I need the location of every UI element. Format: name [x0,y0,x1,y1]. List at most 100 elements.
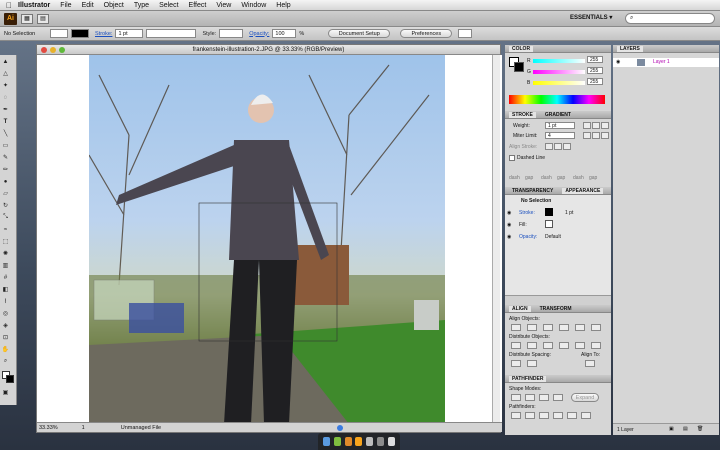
align-tab[interactable]: ALIGN [509,305,531,312]
layer-visibility-icon[interactable]: ◉ [616,59,620,65]
gap-field-1[interactable]: gap [525,175,533,181]
menu-help[interactable]: Help [276,2,290,9]
green-value-field[interactable]: 255 [587,67,603,74]
new-sublayer-icon[interactable]: ▤ [683,426,688,432]
rotate-tool-icon[interactable]: ↻ [2,202,9,209]
unite-icon[interactable] [511,394,521,401]
blue-slider[interactable] [533,81,585,85]
app-icon-4[interactable] [377,437,385,446]
join-miter-icon[interactable] [583,132,591,139]
arrange-documents-icon[interactable]: ▤ [37,13,49,24]
dash-field-1[interactable]: dash [509,175,520,181]
gradient-tool-icon[interactable]: ◧ [2,286,9,293]
stroke-tab[interactable]: STROKE [509,111,536,118]
space-horizontal-icon[interactable] [527,360,537,367]
magic-wand-icon[interactable]: ✦ [2,82,9,89]
color-spectrum[interactable] [509,95,605,104]
app-icon-2[interactable] [344,437,352,446]
cap-round-icon[interactable] [592,122,600,129]
zoom-tool-icon[interactable]: ⌕ [2,358,9,365]
transform-tab[interactable]: TRANSFORM [537,306,575,312]
divide-icon[interactable] [511,412,521,419]
selection-tool-icon[interactable]: ▲ [2,58,9,65]
align-left-icon[interactable] [511,324,521,331]
menu-effect[interactable]: Effect [189,2,207,9]
screen-mode-icon[interactable]: ▣ [2,389,9,396]
eraser-icon[interactable]: ▱ [2,190,9,197]
align-hcenter-icon[interactable] [527,324,537,331]
pathfinder-tab[interactable]: PATHFINDER [509,375,547,382]
appearance-stroke-swatch[interactable] [545,208,553,216]
dist-bottom-icon[interactable] [543,342,553,349]
layers-tab[interactable]: LAYERS [617,45,643,52]
search-input[interactable]: ⌕ [625,13,715,24]
vertical-scrollbar[interactable] [492,55,500,424]
close-icon[interactable] [41,47,47,53]
align-center-icon[interactable] [545,143,553,150]
free-transform-icon[interactable]: ⬚ [2,238,9,245]
mesh-tool-icon[interactable]: # [2,274,9,281]
zoom-level[interactable]: 33.33% [39,425,58,431]
menu-window[interactable]: Window [241,2,266,9]
cap-butt-icon[interactable] [583,122,591,129]
apple-icon[interactable]:  [0,1,18,10]
cap-square-icon[interactable] [601,122,609,129]
menu-view[interactable]: View [216,2,231,9]
minus-back-icon[interactable] [581,412,591,419]
appearance-tab[interactable]: APPEARANCE [562,187,604,194]
zoom-window-icon[interactable] [59,47,65,53]
appearance-fill-swatch[interactable] [545,220,553,228]
scroll-thumb[interactable] [337,425,343,431]
align-top-icon[interactable] [559,324,569,331]
graph-tool-icon[interactable]: ▥ [2,262,9,269]
trim-icon[interactable] [525,412,535,419]
paintbrush-icon[interactable]: ✎ [2,154,9,161]
align-right-icon[interactable] [543,324,553,331]
scale-tool-icon[interactable]: ⤡ [2,214,9,221]
delete-layer-icon[interactable]: 🗑 [697,426,703,432]
blue-value-field[interactable]: 255 [587,78,603,85]
outline-icon[interactable] [567,412,577,419]
menu-edit[interactable]: Edit [82,2,94,9]
dist-top-icon[interactable] [511,342,521,349]
lasso-icon[interactable]: ◌ [2,94,9,101]
weight-field[interactable]: 1 pt [545,122,575,129]
bridge-icon[interactable]: ▦ [21,13,33,24]
opacity-link[interactable]: Opacity: [249,31,269,37]
visibility-eye-icon[interactable]: ◉ [507,210,511,216]
appearance-fill-label[interactable]: Fill: [519,222,527,228]
align-outside-icon[interactable] [563,143,571,150]
fill-swatch[interactable] [50,29,68,38]
appearance-opacity-label[interactable]: Opacity: [519,234,537,240]
blend-tool-icon[interactable]: ◎ [2,310,9,317]
expand-button[interactable]: Expand [571,393,599,402]
red-slider[interactable] [533,59,585,63]
crop-icon[interactable] [553,412,563,419]
status-text[interactable]: Unmanaged File [121,425,161,431]
dist-hcenter-icon[interactable] [575,342,585,349]
align-to-selection-icon[interactable] [585,360,595,367]
align-vcenter-icon[interactable] [575,324,585,331]
transparency-tab[interactable]: TRANSPARENCY [509,188,556,194]
live-paint-icon[interactable]: ◈ [2,322,9,329]
dash-field-2[interactable]: dash [541,175,552,181]
menu-type[interactable]: Type [134,2,149,9]
color-stroke-swatch[interactable] [514,62,524,72]
type-tool-icon[interactable]: T [2,118,9,125]
space-vertical-icon[interactable] [511,360,521,367]
rectangle-tool-icon[interactable]: ▭ [2,142,9,149]
symbol-sprayer-icon[interactable]: ✺ [2,250,9,257]
join-round-icon[interactable] [592,132,600,139]
dist-vcenter-icon[interactable] [527,342,537,349]
document-setup-button[interactable]: Document Setup [328,29,391,38]
visibility-eye-icon-3[interactable]: ◉ [507,234,511,240]
gap-field-2[interactable]: gap [557,175,565,181]
trash-icon[interactable] [387,437,395,446]
finder-icon[interactable] [322,437,330,446]
menu-object[interactable]: Object [104,2,124,9]
new-layer-icon[interactable]: ▣ [669,426,674,432]
merge-icon[interactable] [539,412,549,419]
warp-tool-icon[interactable]: ≈ [2,226,9,233]
join-bevel-icon[interactable] [601,132,609,139]
preferences-button[interactable]: Preferences [400,29,453,38]
